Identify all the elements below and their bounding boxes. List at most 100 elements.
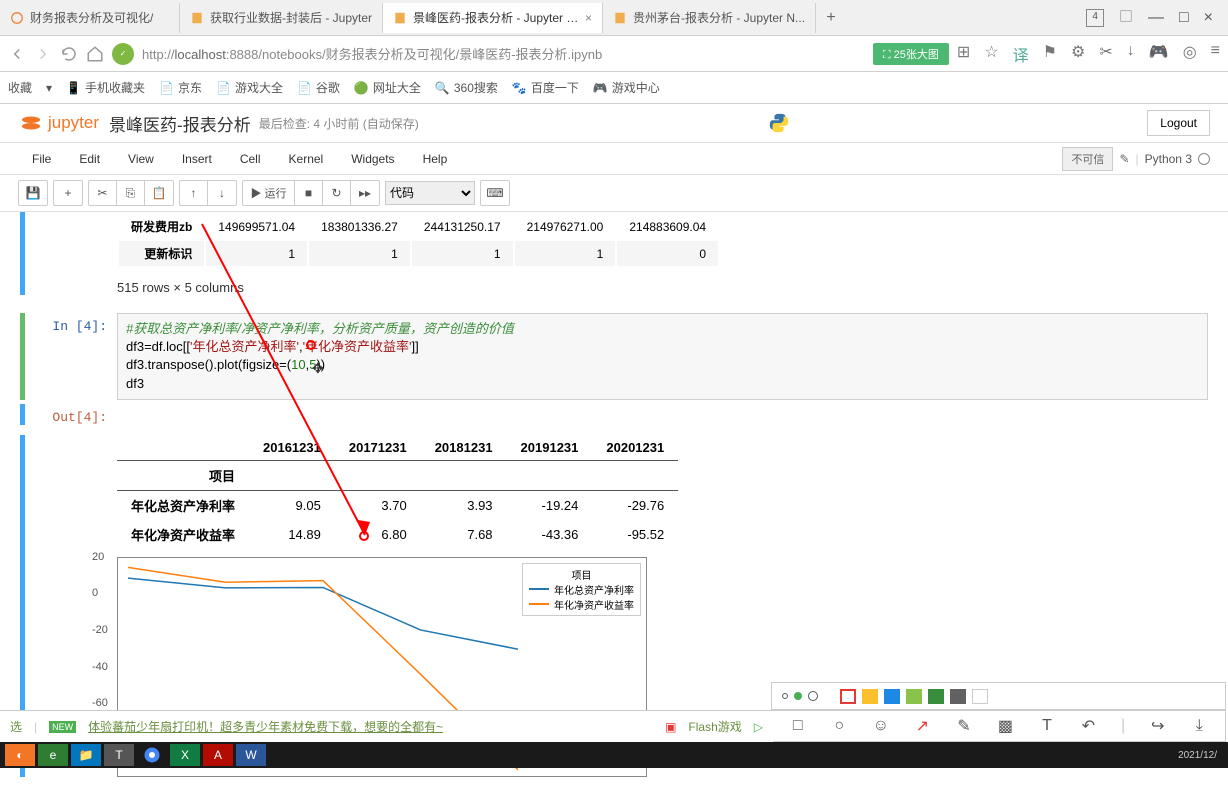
bookmark-item[interactable]: 📄 谷歌	[297, 79, 340, 96]
maximize-button[interactable]: □	[1179, 9, 1189, 27]
command-palette-button[interactable]: ⌨	[481, 181, 509, 205]
browser-tab[interactable]: 财务报表分析及可视化/	[0, 3, 180, 33]
forward-button[interactable]	[34, 45, 52, 63]
undo-tool[interactable]: ↶	[1079, 717, 1097, 735]
game-icon[interactable]: 🎮	[1149, 42, 1169, 66]
color-blue[interactable]	[884, 689, 900, 704]
promo-link[interactable]: 体验蕃茄少年扇打印机！超多青少年素材免费下载，想要的全都有~	[88, 718, 443, 735]
logout-button[interactable]: Logout	[1147, 110, 1210, 136]
arrow-tool[interactable]: ↗	[913, 717, 931, 735]
close-icon[interactable]: ×	[585, 11, 592, 25]
target-icon[interactable]: ◎	[1183, 42, 1197, 66]
menu-insert[interactable]: Insert	[168, 152, 226, 166]
color-gray[interactable]	[950, 689, 966, 704]
save-button[interactable]: 💾	[19, 181, 47, 205]
menu-icon[interactable]: ≡	[1211, 42, 1220, 66]
menu-edit[interactable]: Edit	[65, 152, 114, 166]
taskbar-chrome-icon[interactable]	[137, 744, 167, 766]
url-field[interactable]: http://localhost:8888/notebooks/财务报表分析及可…	[142, 44, 865, 63]
menu-kernel[interactable]: Kernel	[275, 152, 338, 166]
color-yellow[interactable]	[862, 689, 878, 704]
run-all-button[interactable]: ▸▸	[351, 181, 379, 205]
skin-icon[interactable]	[1119, 9, 1133, 23]
taskbar-excel-icon[interactable]: X	[170, 744, 200, 766]
bookmark-item[interactable]: 📱 手机收藏夹	[66, 79, 145, 96]
new-tab-button[interactable]: +	[816, 9, 846, 27]
notebook-icon	[613, 11, 627, 25]
menu-widgets[interactable]: Widgets	[337, 152, 408, 166]
run-button[interactable]: ▶ 运行	[243, 181, 295, 205]
color-green[interactable]	[928, 689, 944, 704]
paste-button[interactable]: 📋	[145, 181, 173, 205]
download-tool[interactable]: ⤓	[1190, 717, 1208, 735]
move-up-button[interactable]: ↑	[180, 181, 208, 205]
browser-tab-active[interactable]: 景峰医药-报表分析 - Jupyter N... ×	[383, 3, 603, 33]
blur-tool[interactable]: ▩	[996, 717, 1014, 735]
taskbar-jupyter-icon[interactable]: ◐	[5, 744, 35, 766]
cut-button[interactable]: ✂	[89, 181, 117, 205]
color-lightgreen[interactable]	[906, 689, 922, 704]
move-down-button[interactable]: ↓	[208, 181, 236, 205]
minimize-button[interactable]: —	[1148, 9, 1164, 27]
tab-label: 获取行业数据-封装后 - Jupyter	[210, 9, 372, 26]
taskbar-text-icon[interactable]: T	[104, 744, 134, 766]
notebook-title[interactable]: 景峰医药-报表分析	[109, 111, 251, 136]
star-icon[interactable]: ☆	[984, 42, 998, 66]
taskbar-explorer-icon[interactable]: 📁	[71, 744, 101, 766]
circle-tool[interactable]: ○	[830, 717, 848, 735]
site-security-icon[interactable]: ✓	[112, 43, 134, 65]
flash-icon[interactable]: ▣	[665, 720, 676, 734]
taskbar-pdf-icon[interactable]: A	[203, 744, 233, 766]
annotation-tool-toolbar: □ ○ ☺ ↗ ✎ ▩ T ↶ | ↪ ⤓	[771, 710, 1226, 742]
settings-icon[interactable]: ⚙	[1071, 42, 1085, 66]
menu-file[interactable]: File	[18, 152, 65, 166]
emoji-tool[interactable]: ☺	[872, 717, 890, 735]
taskbar-word-icon[interactable]: W	[236, 744, 266, 766]
add-cell-button[interactable]: +	[54, 181, 82, 205]
stop-button[interactable]: ■	[295, 181, 323, 205]
tab-count-badge: 4	[1086, 9, 1104, 27]
scissors-icon[interactable]: ✂	[1099, 42, 1112, 66]
bookmark-item[interactable]: 🟢 网址大全	[354, 79, 421, 96]
extension-icon[interactable]: ⚑	[1043, 42, 1057, 66]
text-tool[interactable]: T	[1038, 717, 1056, 735]
rectangle-tool[interactable]: □	[789, 717, 807, 735]
pen-tool[interactable]: ✎	[955, 717, 973, 735]
image-count-badge[interactable]: ⛶ 25张大图	[873, 43, 949, 65]
flash-label[interactable]: Flash游戏	[688, 718, 741, 735]
reload-button[interactable]	[60, 45, 78, 63]
color-white[interactable]	[972, 689, 988, 704]
bookmark-item[interactable]: 🎮 游戏中心	[593, 79, 660, 96]
qr-icon[interactable]: ⊞	[957, 42, 970, 66]
restart-button[interactable]: ↻	[323, 181, 351, 205]
taskbar-clock[interactable]: 2021/12/	[1178, 750, 1223, 761]
menu-view[interactable]: View	[114, 152, 168, 166]
bookmark-item[interactable]: 📄 京东	[159, 79, 202, 96]
download-icon[interactable]: ↓	[1127, 42, 1135, 66]
bookmark-item[interactable]: 🔍 360搜索	[435, 79, 498, 96]
menu-help[interactable]: Help	[409, 152, 462, 166]
cell-type-select[interactable]: 代码	[385, 181, 475, 205]
bookmark-item[interactable]: 📄 游戏大全	[216, 79, 283, 96]
copy-button[interactable]: ⎘	[117, 181, 145, 205]
translate-icon[interactable]: 译	[1013, 42, 1029, 66]
kernel-name[interactable]: Python 3	[1145, 152, 1192, 166]
taskbar-browser-icon[interactable]: e	[38, 744, 68, 766]
notebook-icon	[393, 11, 407, 25]
trust-button[interactable]: 不可信	[1062, 147, 1113, 171]
share-tool[interactable]: ↪	[1149, 717, 1167, 735]
edit-icon[interactable]: ✎	[1119, 152, 1129, 166]
brush-size-large[interactable]	[808, 691, 818, 701]
menu-cell[interactable]: Cell	[226, 152, 275, 166]
bookmark-item[interactable]: 🐾 百度一下	[512, 79, 579, 96]
brush-size-medium[interactable]	[794, 692, 802, 700]
play-icon[interactable]: ▷	[754, 720, 763, 734]
home-button[interactable]	[86, 45, 104, 63]
close-button[interactable]: ×	[1204, 9, 1213, 27]
code-cell[interactable]: #获取总资产净利率/净资产净利率，分析资产质量，资产创造的价值 df3=df.l…	[117, 313, 1208, 400]
browser-tab[interactable]: 获取行业数据-封装后 - Jupyter	[180, 3, 383, 33]
back-button[interactable]	[8, 45, 26, 63]
color-red[interactable]	[840, 689, 856, 704]
brush-size-small[interactable]	[782, 693, 788, 699]
browser-tab[interactable]: 贵州茅台-报表分析 - Jupyter N...	[603, 3, 816, 33]
